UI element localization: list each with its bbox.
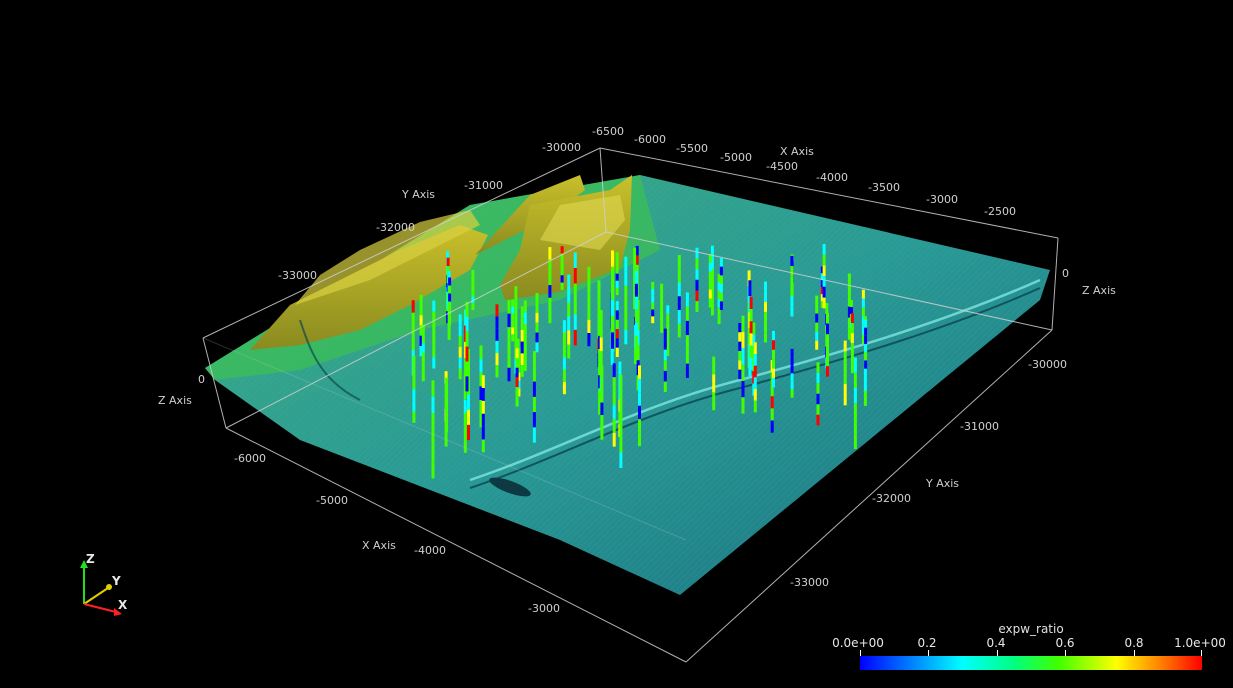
y-tick: -33000 <box>278 269 317 282</box>
y-tick: -31000 <box>960 420 999 433</box>
3d-viewport[interactable] <box>0 0 1233 688</box>
color-legend-label: 0.6 <box>1055 636 1075 650</box>
color-legend-label: 0.2 <box>917 636 937 650</box>
x-axis-title-bottom: X Axis <box>362 539 396 552</box>
y-tick: -30000 <box>542 141 581 154</box>
x-tick: -6000 <box>634 133 666 146</box>
color-legend: expw_ratio 0.0e+00 0.2 0.4 0.6 0.8 1.0e+… <box>832 622 1226 680</box>
color-legend-label: 0.8 <box>1124 636 1144 650</box>
y-tick: -33000 <box>790 576 829 589</box>
color-legend-label: 0.4 <box>986 636 1006 650</box>
y-tick: -32000 <box>376 221 415 234</box>
terrain-surface <box>205 175 1050 595</box>
z-tick-left: 0 <box>198 373 205 386</box>
color-legend-label: 1.0e+00 <box>1174 636 1226 650</box>
x-tick: -6500 <box>592 125 624 138</box>
x-tick: -2500 <box>984 205 1016 218</box>
x-tick: -3000 <box>528 602 560 615</box>
z-axis-title-right: Z Axis <box>1082 284 1116 297</box>
x-tick: -6000 <box>234 452 266 465</box>
orientation-axes-widget: Z Y X <box>70 548 150 628</box>
x-tick: -3500 <box>868 181 900 194</box>
y-tick: -30000 <box>1028 358 1067 371</box>
x-tick: -4000 <box>414 544 446 557</box>
x-tick: -4500 <box>766 160 798 173</box>
y-tick: -31000 <box>464 179 503 192</box>
x-tick: -4000 <box>816 171 848 184</box>
y-tick: -32000 <box>872 492 911 505</box>
z-axis-title-left: Z Axis <box>158 394 192 407</box>
z-tick-right: 0 <box>1062 267 1069 280</box>
color-legend-label: 0.0e+00 <box>832 636 884 650</box>
x-tick: -3000 <box>926 193 958 206</box>
orientation-axes-icon <box>80 560 122 616</box>
x-tick: -5000 <box>720 151 752 164</box>
orientation-z-label: Z <box>86 552 95 566</box>
color-legend-gradient <box>860 656 1202 670</box>
orientation-y-label: Y <box>112 574 121 588</box>
color-legend-title: expw_ratio <box>998 622 1064 636</box>
x-tick: -5500 <box>676 142 708 155</box>
x-tick: -5000 <box>316 494 348 507</box>
orientation-x-label: X <box>118 598 128 612</box>
y-axis-title-right: Y Axis <box>926 477 960 490</box>
x-axis-title-top: X Axis <box>780 145 814 158</box>
y-axis-title-left: Y Axis <box>402 188 436 201</box>
